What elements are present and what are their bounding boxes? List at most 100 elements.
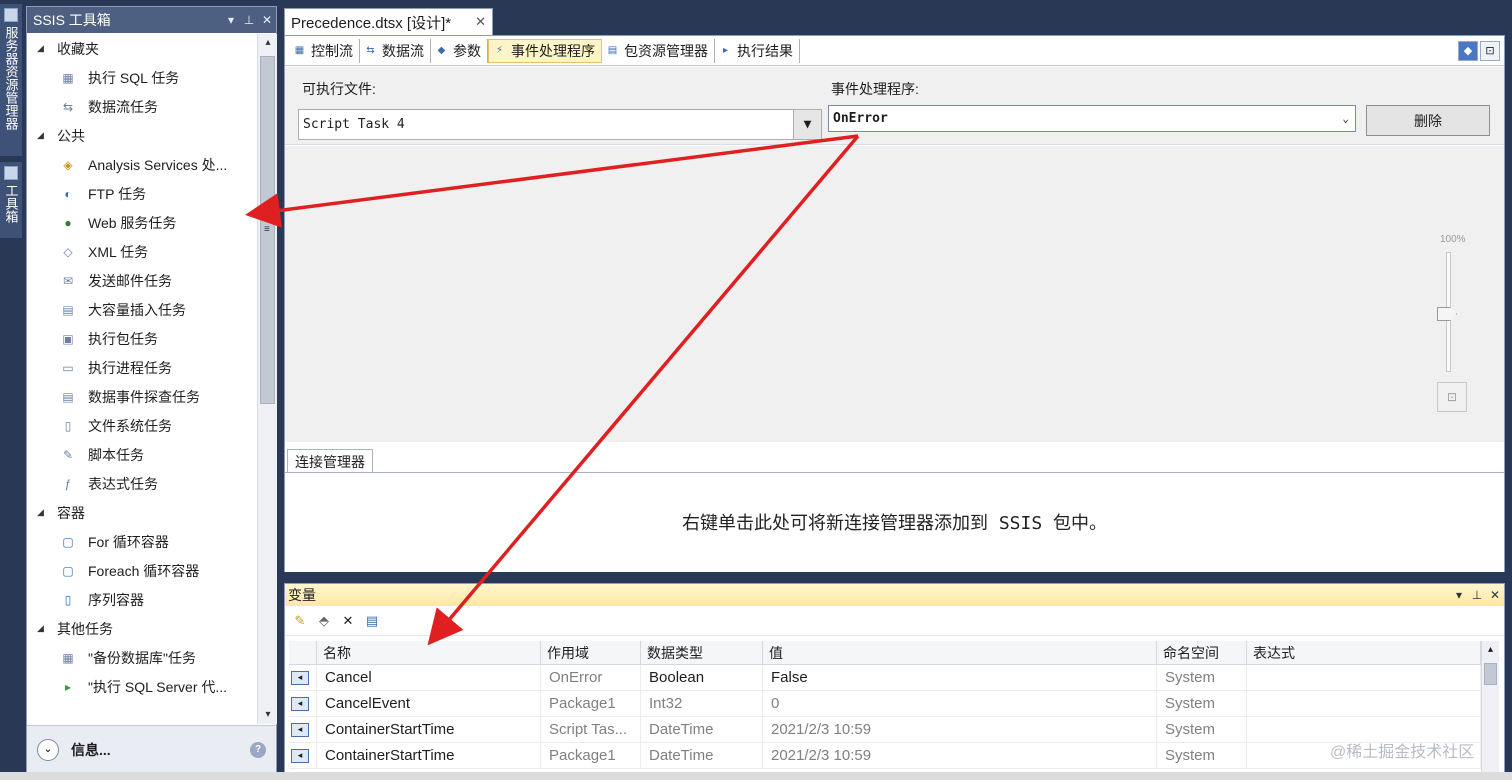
fit-to-window-icon[interactable]: ⊡: [1437, 382, 1467, 412]
table-row[interactable]: ◂ CancelEvent Package1 Int32 0 System: [289, 691, 1481, 717]
toolbox-item[interactable]: ▸ "执行 SQL Server 代...: [27, 672, 257, 701]
cell-expression[interactable]: [1247, 665, 1481, 690]
toolbox-category[interactable]: ◢ 收藏夹: [27, 34, 257, 63]
event-handler-combobox[interactable]: OnError ⌄: [828, 105, 1356, 132]
cell-scope[interactable]: Package1: [541, 743, 641, 768]
cell-name[interactable]: ContainerStartTime: [317, 743, 541, 768]
dropdown-icon[interactable]: ▾: [1450, 588, 1468, 602]
cell-scope[interactable]: Package1: [541, 691, 641, 716]
toolbox-item[interactable]: ◇ XML 任务: [27, 237, 257, 266]
collapse-icon[interactable]: ◢: [37, 130, 57, 141]
toolbox-info-bar[interactable]: ⌄ 信息... ?: [27, 725, 276, 773]
pin-icon[interactable]: ⊥: [240, 13, 258, 27]
toolbox-item[interactable]: ▦ 执行 SQL 任务: [27, 63, 257, 92]
tab-designer[interactable]: ▦ 控制流: [289, 38, 360, 63]
cell-scope[interactable]: OnError: [541, 665, 641, 690]
cell-name[interactable]: CancelEvent: [317, 691, 541, 716]
pin-icon[interactable]: ⊥: [1468, 588, 1486, 602]
toolbox-item[interactable]: ▢ For 循环容器: [27, 527, 257, 556]
add-variable-icon[interactable]: ✎: [291, 612, 309, 630]
cell-type[interactable]: Boolean: [641, 665, 763, 690]
tab-designer[interactable]: ◆ 参数: [431, 38, 488, 63]
zoom-icon[interactable]: ◆: [1458, 40, 1478, 61]
toolbox-category[interactable]: ◢ 容器: [27, 498, 257, 527]
toolbox-side-tab[interactable]: 工具箱: [0, 162, 22, 238]
scroll-down-icon[interactable]: ▾: [258, 706, 278, 724]
close-icon[interactable]: ✕: [1486, 588, 1504, 602]
collapse-icon[interactable]: ◢: [37, 43, 57, 54]
design-surface[interactable]: 100% ⊡: [285, 146, 1504, 442]
cell-type[interactable]: Int32: [641, 691, 763, 716]
cell-value[interactable]: 2021/2/3 10:59: [763, 717, 1157, 742]
expand-info-icon[interactable]: ⌄: [37, 738, 59, 761]
cell-name[interactable]: Cancel: [317, 665, 541, 690]
column-header[interactable]: 命名空间: [1157, 641, 1247, 664]
zoom-slider-thumb[interactable]: [1437, 307, 1457, 321]
collapse-icon[interactable]: ◢: [37, 623, 57, 634]
toolbox-item[interactable]: ✉ 发送邮件任务: [27, 266, 257, 295]
toolbox-item[interactable]: ▣ 执行包任务: [27, 324, 257, 353]
close-tab-icon[interactable]: ✕: [475, 14, 486, 30]
scroll-up-icon[interactable]: ▴: [258, 34, 278, 52]
close-icon[interactable]: ✕: [258, 13, 276, 27]
cell-namespace[interactable]: System: [1157, 665, 1247, 690]
help-icon[interactable]: ?: [250, 741, 266, 758]
toolbox-item[interactable]: ◐ FTP 任务: [27, 179, 257, 208]
collapse-icon[interactable]: ◢: [37, 507, 57, 518]
tab-designer[interactable]: ⇆ 数据流: [360, 38, 431, 63]
toolbox-item[interactable]: ▤ 大容量插入任务: [27, 295, 257, 324]
cell-namespace[interactable]: System: [1157, 691, 1247, 716]
tab-designer[interactable]: ▤ 包资源管理器: [602, 38, 715, 63]
toolbox-item[interactable]: ▤ 数据事件探查任务: [27, 382, 257, 411]
toolbox-item[interactable]: ▢ Foreach 循环容器: [27, 556, 257, 585]
table-row[interactable]: ◂ ContainerStartTime Package1 DateTime 2021/…: [289, 743, 1481, 769]
toolbox-category[interactable]: ◢ 其他任务: [27, 614, 257, 643]
cell-value[interactable]: 2021/2/3 10:59: [763, 743, 1157, 768]
scroll-thumb[interactable]: [1484, 663, 1497, 685]
toolbox-item[interactable]: ◈ Analysis Services 处...: [27, 150, 257, 179]
scroll-up-icon[interactable]: ▴: [1482, 641, 1499, 659]
connection-managers-area[interactable]: 右键单击此处可将新连接管理器添加到 SSIS 包中。: [285, 472, 1504, 572]
tab-designer[interactable]: ⚡ 事件处理程序: [488, 38, 602, 63]
toolbox-category[interactable]: ◢ 公共: [27, 121, 257, 150]
cell-namespace[interactable]: System: [1157, 717, 1247, 742]
chevron-down-icon[interactable]: ▼: [793, 110, 821, 139]
move-variable-icon[interactable]: ⬘: [315, 612, 333, 630]
cell-name[interactable]: ContainerStartTime: [317, 717, 541, 742]
cell-value[interactable]: 0: [763, 691, 1157, 716]
toolbox-scrollbar[interactable]: ▴ ≡ ▾: [257, 34, 277, 724]
dropdown-icon[interactable]: ▾: [222, 13, 240, 27]
column-header[interactable]: 值: [763, 641, 1157, 664]
toolbox-item[interactable]: ▯ 序列容器: [27, 585, 257, 614]
cell-scope[interactable]: Script Tas...: [541, 717, 641, 742]
document-tab[interactable]: Precedence.dtsx [设计]* ✕: [284, 8, 493, 35]
toolbox-item[interactable]: ▭ 执行进程任务: [27, 353, 257, 382]
grid-scrollbar[interactable]: ▴: [1481, 641, 1499, 775]
toolbox-item[interactable]: ● Web 服务任务: [27, 208, 257, 237]
chevron-down-icon[interactable]: ⌄: [1342, 112, 1349, 125]
toolbox-item[interactable]: ▯ 文件系统任务: [27, 411, 257, 440]
cell-type[interactable]: DateTime: [641, 717, 763, 742]
delete-variable-icon[interactable]: ✕: [339, 612, 357, 630]
table-row[interactable]: ◂ ContainerStartTime Script Tas... DateTime…: [289, 717, 1481, 743]
server-explorer-side-tab[interactable]: 服务器资源管理器: [0, 4, 22, 156]
table-row[interactable]: ◂ Cancel OnError Boolean False System: [289, 665, 1481, 691]
toolbox-item[interactable]: ƒ 表达式任务: [27, 469, 257, 498]
column-header[interactable]: 表达式: [1247, 641, 1481, 664]
toolbox-item[interactable]: ⇆ 数据流任务: [27, 92, 257, 121]
cell-value[interactable]: False: [763, 665, 1157, 690]
delete-button[interactable]: 删除: [1366, 105, 1490, 136]
cell-expression[interactable]: [1247, 691, 1481, 716]
column-header[interactable]: 作用域: [541, 641, 641, 664]
tab-connection-managers[interactable]: 连接管理器: [287, 449, 373, 473]
column-header[interactable]: 名称: [317, 641, 541, 664]
toolbox-item[interactable]: ▦ "备份数据库"任务: [27, 643, 257, 672]
tab-designer[interactable]: ▸ 执行结果: [715, 38, 800, 63]
cell-type[interactable]: DateTime: [641, 743, 763, 768]
designer-options-icon[interactable]: ⊡: [1480, 40, 1500, 61]
grid-options-icon[interactable]: ▤: [363, 612, 381, 630]
toolbox-item[interactable]: ✎ 脚本任务: [27, 440, 257, 469]
column-header[interactable]: 数据类型: [641, 641, 763, 664]
cell-namespace[interactable]: System: [1157, 743, 1247, 768]
executable-combobox[interactable]: Script Task 4 ▼: [298, 109, 822, 140]
